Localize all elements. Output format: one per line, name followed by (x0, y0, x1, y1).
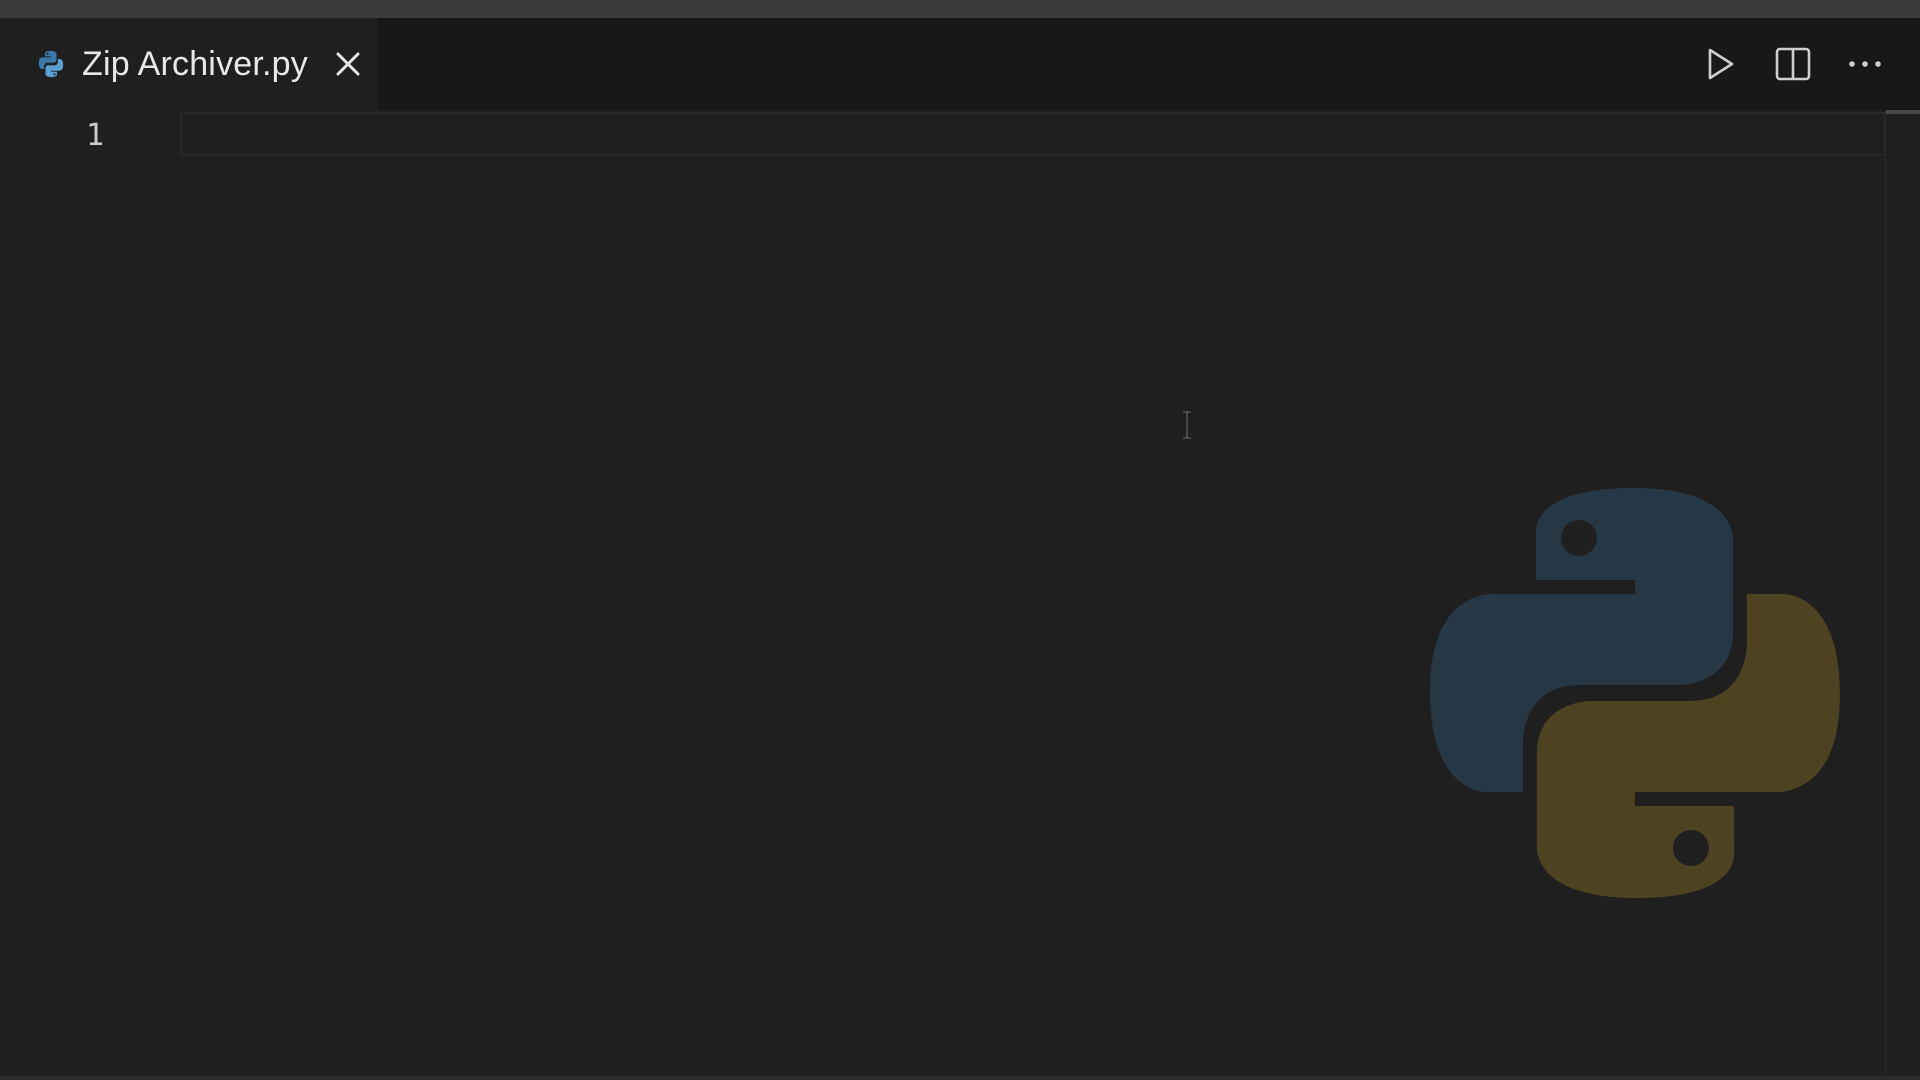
editor-toolbar (1702, 18, 1920, 110)
more-actions-button[interactable] (1846, 45, 1884, 83)
split-editor-button[interactable] (1774, 45, 1812, 83)
python-file-icon (38, 50, 64, 78)
line-number: 1 (86, 118, 105, 153)
tab-bar: Zip Archiver.py (0, 18, 1920, 110)
line-number-gutter: 1 (0, 110, 170, 1080)
more-actions-icon (1849, 61, 1881, 67)
title-bar-strip (0, 0, 1920, 18)
editor-window: Zip Archiver.py 1 (0, 0, 1920, 1080)
python-logo-icon (1430, 488, 1840, 898)
run-python-button[interactable] (1702, 45, 1740, 83)
text-cursor-icon (1183, 411, 1191, 439)
split-editor-icon (1775, 47, 1811, 81)
status-bar-edge (0, 1076, 1920, 1080)
minimap-slider[interactable] (1886, 110, 1920, 114)
minimap[interactable] (1885, 110, 1920, 1080)
tab-title: Zip Archiver.py (82, 44, 308, 83)
close-icon[interactable] (332, 48, 364, 80)
play-icon (1708, 48, 1734, 80)
tab-zip-archiver[interactable]: Zip Archiver.py (0, 18, 378, 110)
current-line-highlight (180, 112, 1886, 156)
